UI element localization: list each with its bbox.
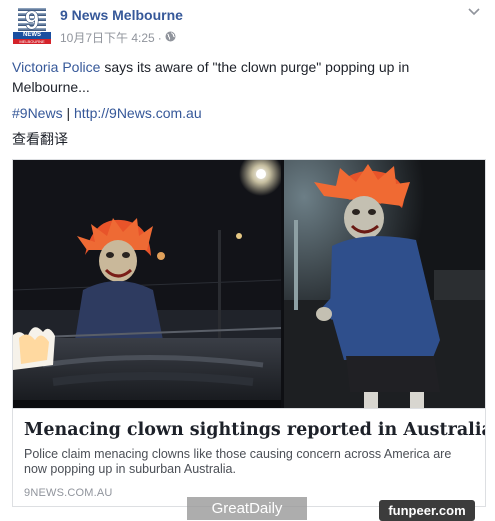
post-timestamp[interactable]: 10月7日下午 4:25 [60,29,155,46]
logo-news-band: NEWS [13,32,51,39]
meta-separator: · [157,30,162,45]
post-text: Victoria Police says its aware of "the c… [12,57,482,97]
url-link[interactable]: http://9News.com.au [74,105,202,121]
funpeer-watermark: funpeer.com [379,500,475,521]
mentioned-page-link[interactable]: Victoria Police [12,59,100,75]
facebook-post: 9 NEWS MELBOURNE 9 News Melbourne 10月7日下… [0,0,495,521]
logo-city-band: MELBOURNE [13,39,51,44]
see-translation-link[interactable]: 查看翻译 [12,129,68,149]
link-preview-card[interactable]: Menacing clown sightings reported in Aus… [12,159,486,507]
nine-logo-icon: 9 [12,6,52,32]
link-preview-description: Police claim menacing clowns like those … [24,447,452,476]
page-avatar[interactable]: 9 NEWS MELBOURNE [12,6,52,46]
chevron-down-icon[interactable] [466,6,482,18]
link-preview-images[interactable] [13,160,485,408]
svg-text:9: 9 [25,6,39,32]
links-separator: | [62,105,75,121]
post-meta: 10月7日下午 4:25 · [60,29,176,46]
clown-photo-right [284,160,485,408]
post-header: 9 NEWS MELBOURNE 9 News Melbourne 10月7日下… [12,6,482,46]
globe-icon [165,31,176,45]
link-preview-domain: 9NEWS.COM.AU [24,487,113,499]
greatdaily-watermark: GreatDaily [187,497,307,520]
clown-photo-left [13,160,281,408]
link-preview-body[interactable]: Menacing clown sightings reported in Aus… [13,408,485,506]
hashtag-link[interactable]: #9News [12,105,63,121]
post-links: #9News | http://9News.com.au [12,103,202,123]
page-name-link[interactable]: 9 News Melbourne [60,7,183,23]
link-preview-title[interactable]: Menacing clown sightings reported in Aus… [24,420,485,440]
